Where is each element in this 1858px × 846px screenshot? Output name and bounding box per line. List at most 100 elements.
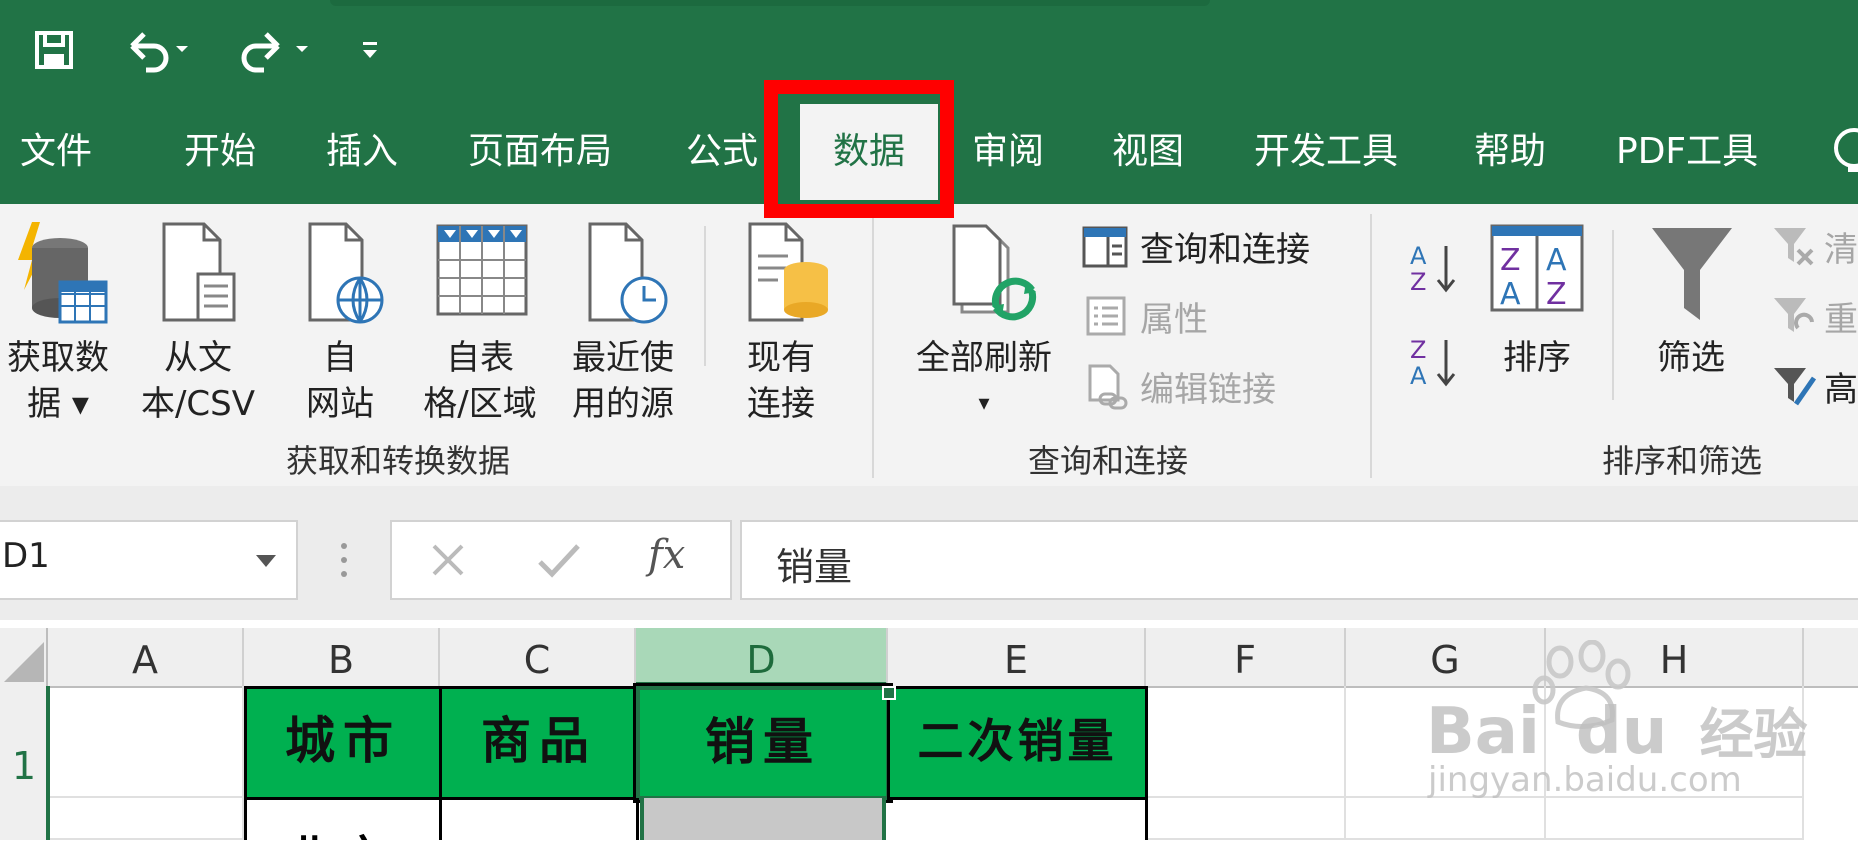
cell-h2[interactable] xyxy=(1546,798,1804,840)
cell-g2[interactable] xyxy=(1346,798,1546,840)
advanced-filter-button[interactable]: 高 xyxy=(1772,362,1858,414)
refresh-icon xyxy=(946,222,1042,326)
from-text-button[interactable]: 从文 本/CSV xyxy=(130,216,266,424)
cell-e1[interactable]: 二次销量 xyxy=(887,686,1148,800)
query-connections-label: 查询和连接 xyxy=(1140,230,1310,270)
from-table-label-2: 格/区域 xyxy=(423,384,537,424)
from-web-button[interactable]: 自 网站 xyxy=(286,216,394,424)
tab-view[interactable]: 视图 xyxy=(1112,104,1184,200)
column-header-g[interactable]: G xyxy=(1346,628,1546,686)
reapply-icon xyxy=(1774,298,1814,332)
cell-d1[interactable]: 销量 xyxy=(633,683,893,803)
text-file-icon xyxy=(160,222,240,326)
database-icon xyxy=(10,220,110,330)
tab-file[interactable]: 文件 xyxy=(20,104,92,200)
from-web-label-1: 自 xyxy=(323,338,357,378)
from-text-label-1: 从文 xyxy=(164,338,232,378)
tab-insert[interactable]: 插入 xyxy=(326,104,398,200)
save-icon[interactable] xyxy=(34,30,74,70)
insert-function-icon[interactable]: fx xyxy=(648,532,685,578)
row-header-1[interactable]: 1 xyxy=(0,686,50,800)
tab-home[interactable]: 开始 xyxy=(184,104,256,200)
column-header-f[interactable]: F xyxy=(1146,628,1346,686)
properties-button[interactable]: 属性 xyxy=(1082,292,1282,344)
redo-icon[interactable] xyxy=(234,30,314,74)
edit-links-button[interactable]: 编辑链接 xyxy=(1082,362,1322,414)
name-box[interactable]: D1 xyxy=(0,520,298,600)
customize-icon[interactable] xyxy=(360,40,380,60)
cell-b2[interactable]: 北京 xyxy=(244,798,442,840)
query-pane-icon xyxy=(1082,226,1128,268)
column-header-c[interactable]: C xyxy=(440,628,636,686)
sort-za-icon: ZA xyxy=(1410,336,1456,390)
formula-input[interactable]: 销量 xyxy=(740,520,1858,600)
select-all-corner[interactable] xyxy=(0,628,48,686)
cell-c2[interactable] xyxy=(439,798,639,840)
cell-f1[interactable] xyxy=(1148,686,1346,798)
tab-help[interactable]: 帮助 xyxy=(1474,104,1546,200)
from-table-button[interactable]: 自表 格/区域 xyxy=(412,216,548,424)
sort-descending-button[interactable]: ZA xyxy=(1408,334,1458,390)
group-divider-1 xyxy=(872,214,874,478)
clear-filter-button[interactable]: 清 xyxy=(1772,222,1858,274)
name-box-value: D1 xyxy=(2,536,50,576)
confirm-entry-icon[interactable] xyxy=(536,540,582,580)
name-box-dropdown-icon[interactable] xyxy=(256,552,276,567)
reapply-button[interactable]: 重 xyxy=(1772,292,1858,344)
recent-sources-button[interactable]: 最近使 用的源 xyxy=(562,216,684,424)
formula-bar-grip-icon[interactable] xyxy=(340,540,348,580)
row-header-2[interactable] xyxy=(0,798,50,840)
tab-review[interactable]: 审阅 xyxy=(972,104,1044,200)
tab-developer[interactable]: 开发工具 xyxy=(1254,104,1398,200)
group-label-queries: 查询和连接 xyxy=(1028,442,1189,480)
sort-ascending-button[interactable]: AZ xyxy=(1408,240,1458,296)
properties-icon xyxy=(1086,296,1126,336)
tab-formulas[interactable]: 公式 xyxy=(686,104,758,200)
cell-b1[interactable]: 城市 xyxy=(244,686,442,800)
filter-label: 筛选 xyxy=(1657,338,1725,378)
tab-page-layout[interactable]: 页面布局 xyxy=(468,104,612,200)
recent-file-icon xyxy=(586,222,670,326)
sort-dialog-icon: ZAAZ xyxy=(1490,224,1584,314)
cancel-entry-icon[interactable] xyxy=(428,540,468,580)
cell-a1[interactable] xyxy=(48,686,244,798)
column-header-d[interactable]: D xyxy=(636,628,888,686)
cell-e2[interactable] xyxy=(887,798,1148,840)
recent-sources-label-2: 用的源 xyxy=(572,384,674,424)
cell-f2[interactable] xyxy=(1148,798,1346,840)
svg-text:Z: Z xyxy=(1410,268,1426,296)
filter-button[interactable]: 筛选 xyxy=(1636,216,1746,416)
cell-a2[interactable] xyxy=(48,798,244,840)
cell-c1[interactable]: 商品 xyxy=(439,686,639,800)
refresh-all-dropdown[interactable]: ▾ xyxy=(906,380,1062,428)
watermark-brand-2: du xyxy=(1575,695,1668,769)
edit-links-label: 编辑链接 xyxy=(1140,370,1276,410)
svg-text:A: A xyxy=(1500,277,1521,312)
watermark-brand: Bai du 经验 xyxy=(1426,690,1808,769)
tab-pdf-tools[interactable]: PDF工具 xyxy=(1616,104,1758,200)
cell-b2-text: 北京 xyxy=(287,822,395,840)
get-data-label-1: 获取数 xyxy=(7,338,109,378)
query-connections-button[interactable]: 查询和连接 xyxy=(1082,222,1342,274)
svg-text:Z: Z xyxy=(1500,243,1521,278)
sort-label: 排序 xyxy=(1503,338,1571,378)
highlight-box xyxy=(764,80,954,218)
fill-handle[interactable] xyxy=(882,686,896,700)
cell-d2[interactable] xyxy=(640,798,886,840)
edit-links-icon xyxy=(1086,364,1128,410)
advanced-filter-icon xyxy=(1774,368,1817,406)
column-header-a[interactable]: A xyxy=(48,628,244,686)
get-data-label-2: 据 ▾ xyxy=(27,384,89,424)
lightbulb-icon[interactable] xyxy=(1830,128,1858,178)
reapply-label: 重 xyxy=(1824,300,1858,340)
refresh-all-label: 全部刷新 xyxy=(916,338,1052,378)
column-header-b[interactable]: B xyxy=(244,628,440,686)
get-data-button[interactable]: 获取数 据 ▾ xyxy=(0,216,116,424)
column-header-e[interactable]: E xyxy=(888,628,1146,686)
from-table-label-1: 自表 xyxy=(446,338,514,378)
existing-connections-button[interactable]: 现有 连接 xyxy=(726,216,836,424)
undo-icon[interactable] xyxy=(124,30,194,74)
sort-az-icon: AZ xyxy=(1410,242,1456,296)
sort-button[interactable]: ZAAZ 排序 xyxy=(1482,216,1592,416)
refresh-all-button[interactable]: 全部刷新 ▾ xyxy=(906,216,1062,416)
